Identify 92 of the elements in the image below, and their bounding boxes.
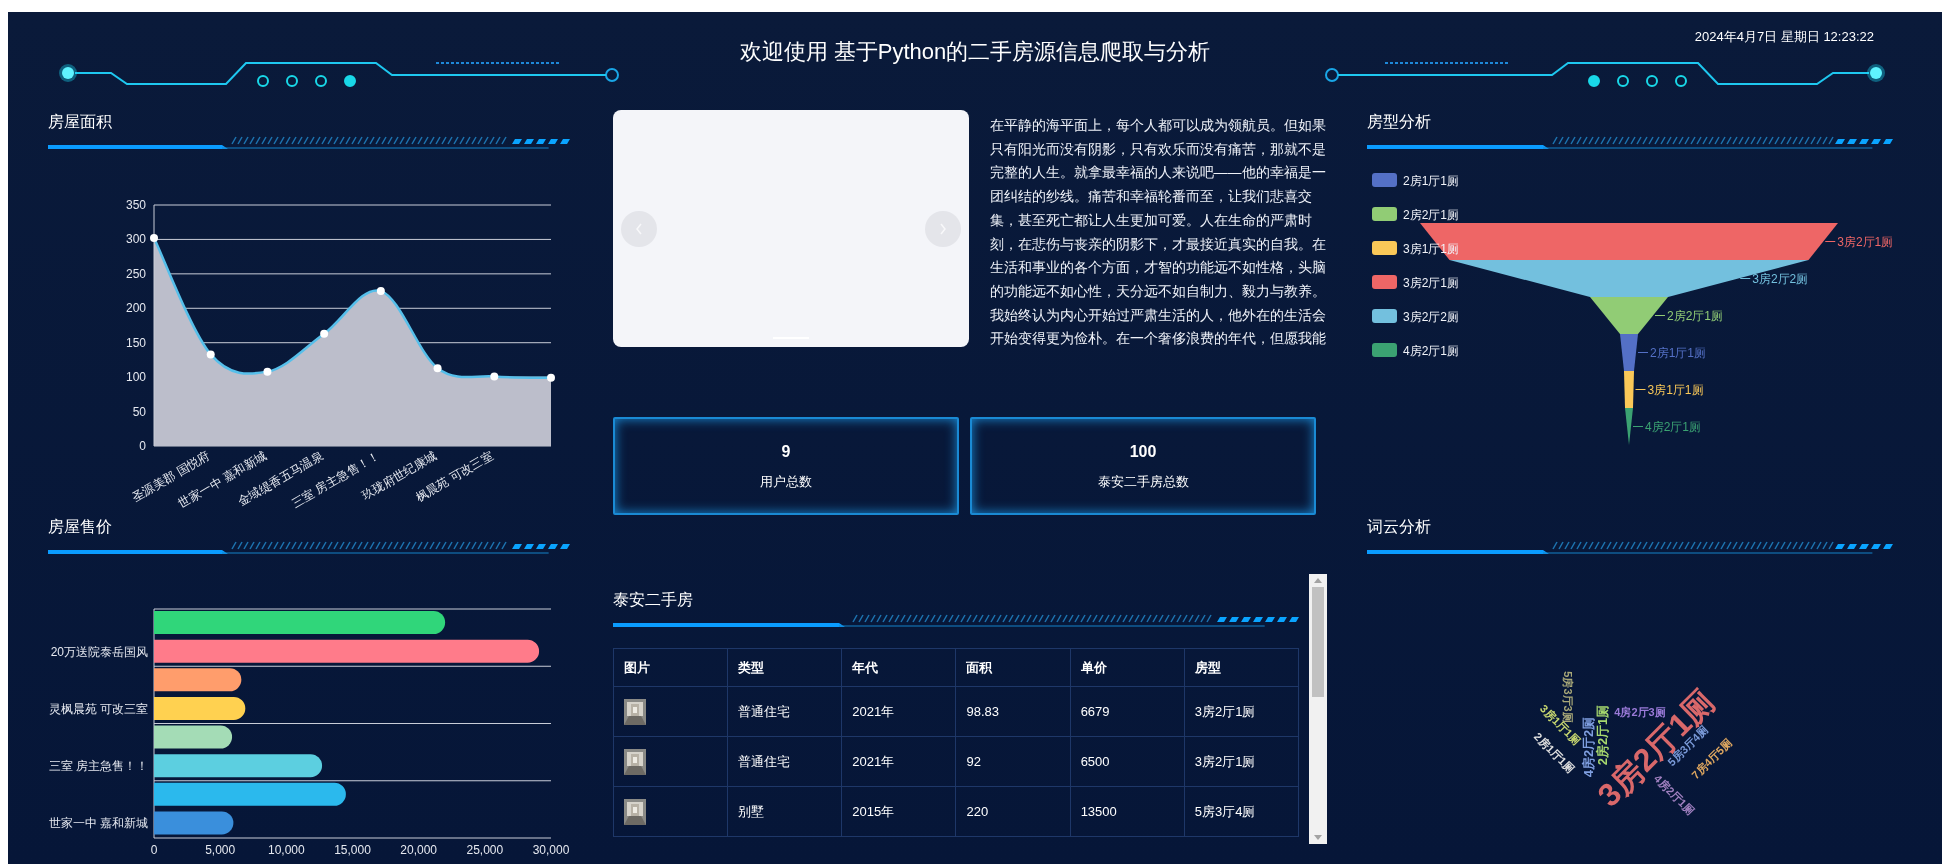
panel-title: 房屋售价: [48, 517, 113, 537]
legend-label[interactable]: 2房2厅1厕: [1403, 208, 1460, 222]
table-cell: 2021年: [841, 686, 956, 737]
leader-line: [1739, 278, 1751, 279]
funnel-label: 4房2厅1厕: [1645, 419, 1702, 434]
stat-label: 用户总数: [760, 474, 812, 491]
funnel-label: 3房2厅1厕: [1837, 234, 1894, 249]
data-point: [206, 350, 215, 359]
axis-tick-label: 100: [125, 370, 146, 385]
axis-category-label: 灵枫晨苑 可改三室: [48, 701, 148, 716]
legend-swatch[interactable]: [1372, 207, 1397, 221]
table-cell: 2021年: [841, 736, 956, 787]
panel-title: 房屋面积: [48, 112, 113, 132]
column-header: 图片: [613, 648, 728, 687]
axis-tick-label: 0: [139, 439, 146, 453]
legend-label[interactable]: 3房1厅1厕: [1403, 242, 1460, 256]
data-point: [320, 329, 329, 338]
stat-label: 泰安二手房总数: [1097, 474, 1189, 491]
data-point: [150, 234, 158, 243]
legend-swatch[interactable]: [1372, 275, 1397, 289]
data-point: [376, 287, 385, 296]
table-cell: 5房3厅4厕: [1184, 786, 1299, 837]
axis-tick-label: 0: [150, 843, 158, 857]
panel-title: 房型分析: [1367, 112, 1432, 132]
legend-swatch[interactable]: [1372, 241, 1397, 255]
funnel-label: 3房1厅1厕: [1647, 382, 1704, 397]
data-point: [433, 364, 442, 373]
table-cell: 别墅: [727, 786, 842, 837]
axis-tick-label: 200: [125, 301, 146, 316]
panel-title: 泰安二手房: [613, 590, 694, 611]
table-cell: 3房2厅1厕: [1184, 736, 1299, 787]
column-header: 年代: [841, 648, 956, 687]
intro-paragraph: 在平静的海平面上，每个人都可以成为领航员。但如果只有阳光而没有阴影，只有欢乐而没有痛苦，那就不是完整的人生。就拿最幸福的人来说吧——他的幸福是一团纠结的纱线。痛苦和幸福轮番而至，让我们悲喜交集，甚至死亡都让人生更加可爱。人在生命的严肃时刻，在悲伤与丧亲的阴影下，才最接近真实的自我。在生活和事业的各个方面，才智的功能远不如性格，头脑的功能远不如心性，天分远不如自制力、毅力与教养。我始终认为内心开始过严肃生活的人，他外在的生活会开始变得更为俭朴。在一个奢侈浪费的年代，但愿我能: [989, 116, 1327, 349]
column-header: 房型: [1184, 648, 1299, 687]
table-cell: 2015年: [841, 786, 956, 837]
scrollbar-thumb[interactable]: [1312, 587, 1324, 698]
axis-tick-label: 300: [125, 232, 146, 247]
axis-category-label: 三室 房主急售！！: [48, 759, 148, 774]
legend-swatch[interactable]: [1372, 173, 1397, 187]
table-cell: 92: [955, 736, 1071, 787]
axis-tick-label: 50: [132, 404, 146, 419]
legend-label[interactable]: 4房2厅1厕: [1403, 344, 1460, 358]
table-cell: 6500: [1070, 736, 1185, 787]
axis-tick-label: 250: [125, 266, 146, 281]
leader-line: [1654, 315, 1666, 316]
legend-label[interactable]: 3房2厅1厕: [1403, 276, 1460, 290]
date-time: 2024年4月7日 星期日 12:23:22: [1694, 29, 1874, 45]
axis-tick-label: 20,000: [400, 843, 437, 857]
scroll-up-icon[interactable]: [1314, 577, 1322, 584]
panel-title: 词云分析: [1367, 517, 1432, 537]
table-cell: 13500: [1070, 786, 1185, 837]
leader-line: [1637, 352, 1649, 353]
table-cell: 普通住宅: [727, 686, 842, 737]
axis-category-label: 世家一中 嘉和新城: [48, 816, 148, 831]
funnel-label: 3房2厅2厕: [1752, 271, 1809, 286]
legend-swatch[interactable]: [1372, 309, 1397, 323]
legend-label[interactable]: 2房1厅1厕: [1403, 174, 1460, 188]
axis-tick-label: 30,000: [532, 843, 570, 857]
column-header: 单价: [1070, 648, 1185, 687]
legend-swatch[interactable]: [1372, 343, 1397, 357]
axis-tick-label: 150: [125, 335, 146, 350]
stat-value: 100: [1129, 442, 1157, 463]
table-cell: 98.83: [955, 686, 1071, 737]
page-title: 欢迎使用 基于Python的二手房源信息爬取与分析: [739, 38, 1211, 66]
axis-tick-label: 25,000: [466, 843, 504, 857]
table-cell: 普通住宅: [727, 736, 842, 787]
data-point: [263, 367, 272, 376]
column-header: 面积: [955, 648, 1071, 687]
funnel-label: 2房1厅1厕: [1650, 345, 1707, 360]
scroll-down-icon[interactable]: [1314, 835, 1322, 842]
word-cloud-word: 2房2厅1厕: [1595, 704, 1609, 766]
axis-category-label: 20万送院泰岳国风: [50, 644, 148, 659]
table-cell: 220: [955, 786, 1071, 837]
funnel-label: 2房2厅1厕: [1667, 308, 1724, 323]
scrollbar[interactable]: [1309, 574, 1327, 845]
legend-label[interactable]: 3房2厅2厕: [1403, 310, 1460, 324]
axis-tick-label: 15,000: [334, 843, 371, 857]
word-cloud-word: 4房2厅2厕: [1581, 716, 1595, 778]
leader-line: [1824, 241, 1836, 242]
data-point: [490, 372, 499, 381]
table-cell: 3房2厅1厕: [1184, 686, 1299, 737]
stat-value: 9: [781, 442, 791, 463]
word-cloud-word: 4房2厅3厕: [1614, 706, 1666, 718]
word-cloud-word: 5房3厅3厕: [1561, 671, 1573, 723]
column-header: 类型: [727, 648, 842, 687]
axis-tick-label: 350: [125, 198, 146, 212]
axis-tick-label: 5,000: [205, 843, 236, 857]
table-cell: 6679: [1070, 686, 1185, 737]
leader-line: [1632, 426, 1644, 427]
axis-tick-label: 10,000: [268, 843, 305, 857]
data-point: [547, 373, 555, 382]
leader-line: [1635, 389, 1646, 390]
